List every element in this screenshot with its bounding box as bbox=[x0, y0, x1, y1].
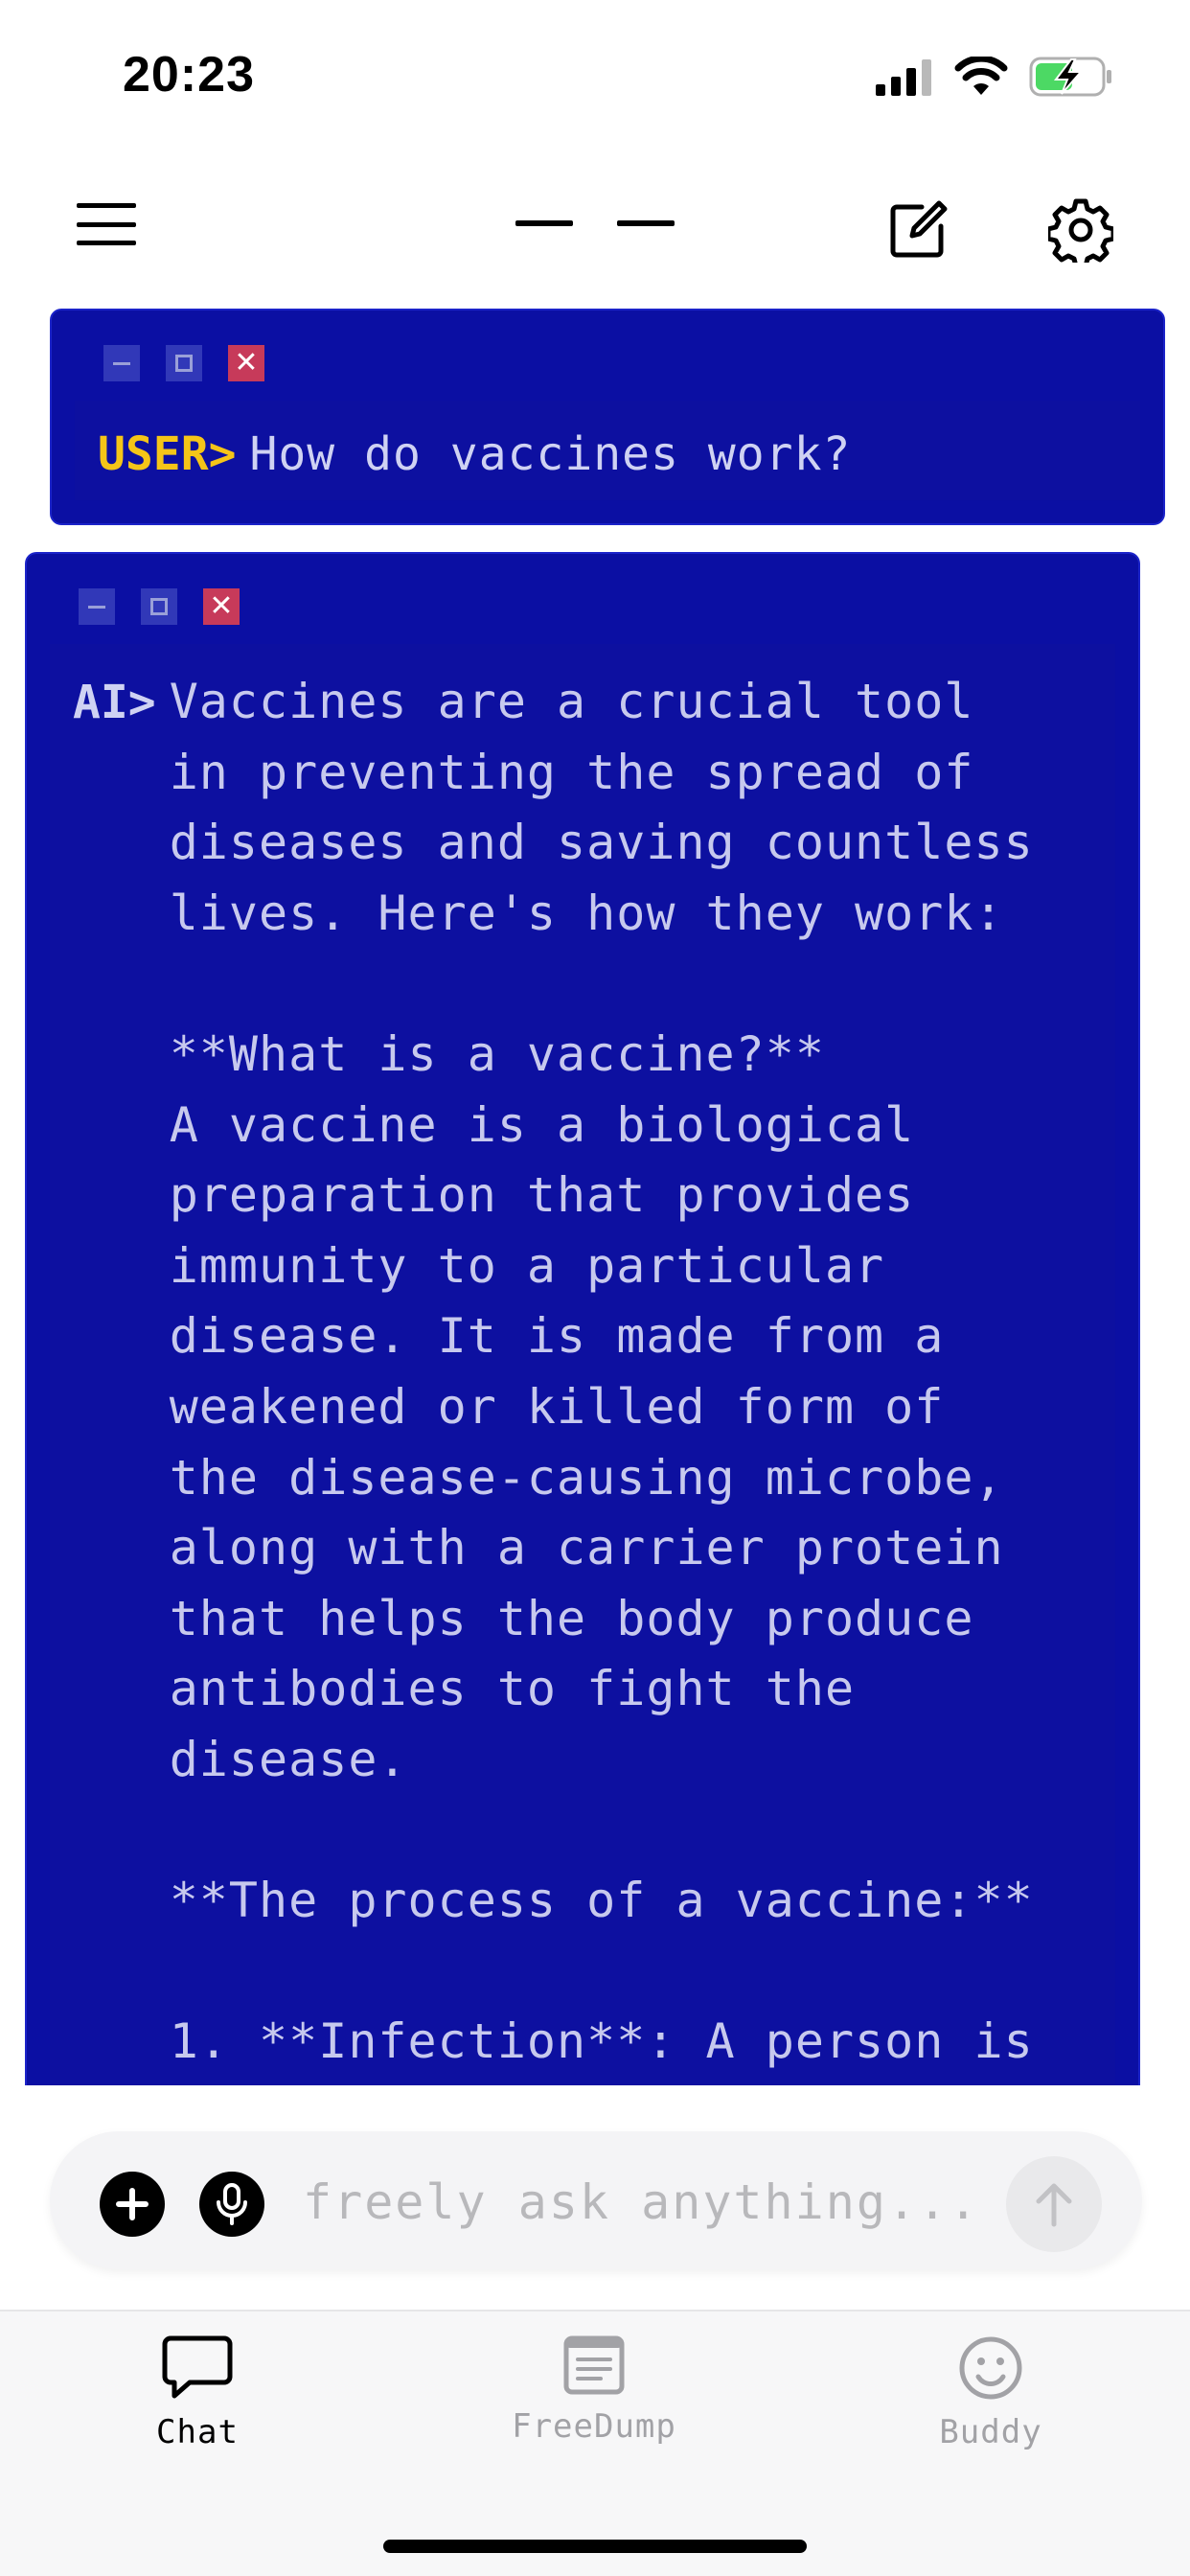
menu-icon-line bbox=[77, 203, 136, 208]
battery-charging-icon bbox=[1029, 56, 1113, 103]
note-icon bbox=[563, 2335, 625, 2395]
tab-buddy[interactable]: Buddy bbox=[885, 2334, 1096, 2478]
close-icon: ✕ bbox=[209, 589, 234, 623]
status-time: 20:23 bbox=[123, 47, 255, 103]
compose-icon bbox=[890, 200, 948, 258]
status-icons bbox=[876, 55, 1113, 103]
user-message-window: ✕ USER> How do vaccines work? bbox=[50, 309, 1165, 525]
status-bar: 20:23 bbox=[0, 0, 1190, 153]
tab-chat[interactable]: Chat bbox=[92, 2334, 303, 2478]
menu-button[interactable] bbox=[77, 203, 136, 245]
close-button[interactable]: ✕ bbox=[228, 345, 264, 381]
ai-prompt-label: AI> bbox=[73, 676, 156, 729]
maximize-button[interactable] bbox=[166, 345, 202, 381]
gear-icon bbox=[1045, 198, 1116, 269]
window-controls: ✕ bbox=[79, 588, 240, 625]
add-button[interactable] bbox=[100, 2172, 165, 2237]
minimize-button[interactable] bbox=[103, 345, 140, 381]
settings-button[interactable] bbox=[1045, 197, 1116, 269]
app-header bbox=[0, 182, 1190, 269]
menu-icon-line bbox=[77, 221, 136, 227]
window-controls: ✕ bbox=[103, 345, 264, 381]
send-button[interactable] bbox=[1006, 2156, 1102, 2252]
menu-icon-line bbox=[77, 241, 136, 245]
arrow-up-icon bbox=[1036, 2183, 1072, 2227]
signal-icon bbox=[876, 58, 933, 101]
tab-label: Chat bbox=[156, 2413, 239, 2451]
header-title-dashes bbox=[515, 220, 675, 232]
ai-message-text: Vaccines are a crucial tool in preventin… bbox=[169, 674, 1034, 2070]
user-message-body: USER> How do vaccines work? bbox=[75, 401, 1140, 500]
tab-label: FreeDump bbox=[512, 2407, 676, 2446]
home-indicator[interactable] bbox=[383, 2540, 807, 2553]
plus-icon bbox=[116, 2188, 149, 2220]
close-icon: ✕ bbox=[234, 346, 259, 380]
wifi-icon bbox=[954, 55, 1008, 102]
tab-bar: Chat FreeDump Buddy bbox=[0, 2310, 1190, 2576]
chat-input-bar bbox=[50, 2131, 1142, 2269]
minimize-icon bbox=[88, 605, 105, 609]
microphone-button[interactable] bbox=[199, 2172, 264, 2237]
user-prompt-label: USER> bbox=[98, 427, 237, 481]
user-message-text: How do vaccines work? bbox=[249, 427, 852, 481]
compose-button[interactable] bbox=[887, 199, 949, 261]
chat-input[interactable] bbox=[303, 2166, 1041, 2239]
maximize-icon bbox=[150, 598, 168, 615]
tab-label: Buddy bbox=[939, 2413, 1042, 2451]
maximize-button[interactable] bbox=[141, 588, 177, 625]
minimize-icon bbox=[113, 361, 130, 365]
ai-message-window[interactable]: ✕ AI> Vaccines are a crucial tool in pre… bbox=[25, 552, 1140, 2085]
tab-freedump[interactable]: FreeDump bbox=[489, 2334, 699, 2478]
microphone-icon bbox=[217, 2183, 247, 2225]
ai-message-body: AI> Vaccines are a crucial tool in preve… bbox=[50, 644, 1115, 2085]
close-button[interactable]: ✕ bbox=[203, 588, 240, 625]
smiley-icon bbox=[959, 2336, 1022, 2400]
minimize-button[interactable] bbox=[79, 588, 115, 625]
chat-bubble-icon bbox=[162, 2335, 233, 2399]
maximize-icon bbox=[175, 355, 193, 372]
